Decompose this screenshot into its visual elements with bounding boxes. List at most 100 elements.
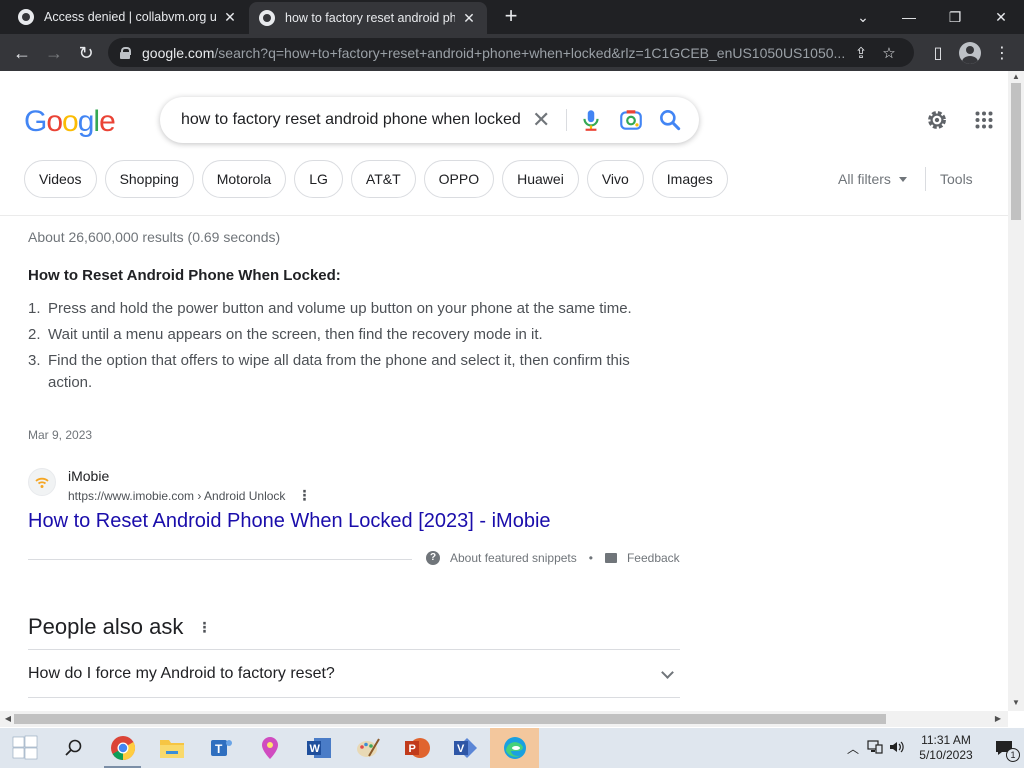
- chip-huawei[interactable]: Huawei: [502, 160, 579, 198]
- scroll-down-arrow-icon[interactable]: ▼: [1008, 697, 1024, 709]
- taskbar-paint[interactable]: [343, 728, 392, 768]
- globe-icon: [18, 9, 34, 25]
- svg-text:T: T: [215, 742, 223, 756]
- chip-lg[interactable]: LG: [294, 160, 343, 198]
- url-text[interactable]: google.com/search?q=how+to+factory+reset…: [142, 45, 847, 61]
- chip-oppo[interactable]: OPPO: [423, 160, 495, 198]
- camera-lens-icon[interactable]: [618, 107, 644, 133]
- result-source[interactable]: iMobie https://www.imobie.com › Android …: [28, 468, 311, 504]
- bookmark-star-icon[interactable]: ☆: [875, 44, 903, 62]
- feedback-link[interactable]: Feedback: [627, 551, 680, 565]
- list-item: 2. Wait until a menu appears on the scre…: [28, 324, 658, 346]
- reload-button[interactable]: ↻: [73, 40, 99, 66]
- filter-chips: Videos Shopping Motorola LG AT&T OPPO Hu…: [24, 160, 728, 198]
- taskbar-visio[interactable]: V: [441, 728, 490, 768]
- step-number: 1.: [28, 300, 41, 317]
- taskbar-chrome[interactable]: [98, 728, 147, 768]
- taskbar-teams[interactable]: T: [196, 728, 245, 768]
- tab-close-icon[interactable]: ✕: [461, 10, 477, 27]
- taskbar-edge[interactable]: [490, 728, 539, 768]
- mic-icon[interactable]: [578, 107, 604, 133]
- chip-att[interactable]: AT&T: [350, 160, 416, 198]
- forward-button[interactable]: →: [41, 40, 67, 66]
- step-text: Find the option that offers to wipe all …: [48, 352, 630, 391]
- menu-kebab-icon[interactable]: ⋮: [986, 40, 1018, 66]
- chevron-down-icon: [661, 665, 674, 679]
- scroll-right-arrow-icon[interactable]: ▶: [990, 713, 1006, 725]
- chrome-icon: [110, 736, 135, 760]
- profile-button[interactable]: [954, 40, 986, 66]
- clock[interactable]: 11:31 AM 5/10/2023: [908, 733, 984, 763]
- svg-text:V: V: [457, 743, 465, 755]
- chip-images[interactable]: Images: [651, 160, 728, 198]
- avatar-icon: [959, 42, 981, 64]
- close-window-button[interactable]: ✕: [978, 0, 1024, 34]
- taskbar-file-explorer[interactable]: [147, 728, 196, 768]
- new-tab-button[interactable]: +: [500, 5, 522, 27]
- chip-vivo[interactable]: Vivo: [586, 160, 644, 198]
- action-center-button[interactable]: 1: [984, 728, 1024, 768]
- more-options-icon[interactable]: ⋮: [197, 619, 211, 636]
- search-button[interactable]: [49, 728, 98, 768]
- show-hidden-icons-chevron-icon[interactable]: ︿: [842, 740, 864, 757]
- more-options-icon[interactable]: ⋮: [297, 487, 311, 504]
- google-logo[interactable]: Google: [24, 105, 116, 139]
- taskbar-powerpoint[interactable]: P: [392, 728, 441, 768]
- tab-google-search[interactable]: how to factory reset android pho ✕: [249, 2, 487, 34]
- google-apps-grid-icon[interactable]: [975, 111, 993, 129]
- search-box[interactable]: how to factory reset android phone when …: [160, 97, 699, 143]
- minimize-button[interactable]: —: [886, 0, 932, 34]
- maps-pin-icon: [261, 737, 278, 759]
- side-panel-icon[interactable]: ▯: [922, 40, 954, 66]
- browser-toolbar: ← → ↻ google.com/search?q=how+to+factory…: [0, 34, 1024, 71]
- horizontal-scroll-thumb[interactable]: [14, 714, 886, 724]
- paa-divider: [28, 649, 680, 650]
- paa-question[interactable]: How do I force my Android to factory res…: [28, 665, 680, 683]
- separator: •: [588, 551, 593, 565]
- clear-search-icon[interactable]: ✕: [532, 109, 550, 131]
- clock-date: 5/10/2023: [919, 748, 973, 762]
- chip-videos[interactable]: Videos: [24, 160, 97, 198]
- google-favicon-icon: [259, 10, 275, 26]
- about-featured-snippets-link[interactable]: About featured snippets: [450, 551, 577, 565]
- chip-motorola[interactable]: Motorola: [201, 160, 287, 198]
- tab-close-icon[interactable]: ✕: [222, 9, 238, 26]
- scroll-up-arrow-icon[interactable]: ▲: [1008, 71, 1024, 83]
- restore-button[interactable]: ❐: [932, 0, 978, 34]
- tab-title: Access denied | collabvm.org use: [44, 10, 216, 24]
- logo-letter: e: [99, 105, 116, 138]
- taskbar-maps[interactable]: [245, 728, 294, 768]
- word-icon: W: [306, 738, 331, 758]
- paa-divider: [28, 697, 680, 698]
- taskbar-word[interactable]: W: [294, 728, 343, 768]
- result-title-link[interactable]: How to Reset Android Phone When Locked […: [28, 510, 551, 533]
- search-icon: [64, 739, 81, 756]
- start-button[interactable]: [0, 728, 49, 768]
- share-icon[interactable]: ⇪: [847, 44, 875, 62]
- tab-title: how to factory reset android pho: [285, 11, 455, 25]
- search-icon[interactable]: [657, 107, 683, 133]
- all-filters-button[interactable]: All filters: [838, 171, 907, 187]
- vertical-scroll-thumb[interactable]: [1011, 83, 1021, 220]
- logo-letter: g: [77, 105, 95, 138]
- clock-time: 11:31 AM: [921, 733, 971, 747]
- vertical-scrollbar[interactable]: ▲ ▼: [1008, 71, 1024, 711]
- step-number: 3.: [28, 352, 41, 369]
- chip-shopping[interactable]: Shopping: [104, 160, 194, 198]
- windows-taskbar: T W P V ︿ 11:31 AM 5/10/2023 1: [0, 728, 1024, 768]
- volume-icon[interactable]: [886, 740, 908, 757]
- source-url: https://www.imobie.com › Android Unlock: [68, 488, 286, 503]
- teams-icon: T: [210, 740, 232, 756]
- network-icon[interactable]: [864, 739, 886, 757]
- horizontal-scrollbar[interactable]: ◀ ▶: [0, 711, 1008, 727]
- tab-access-denied[interactable]: Access denied | collabvm.org use ✕: [8, 0, 248, 34]
- tools-button[interactable]: Tools: [940, 171, 973, 187]
- step-number: 2.: [28, 326, 41, 343]
- back-button[interactable]: ←: [9, 40, 35, 66]
- tab-search-chevron-icon[interactable]: ⌄: [840, 0, 886, 34]
- address-bar[interactable]: google.com/search?q=how+to+factory+reset…: [108, 38, 914, 67]
- search-input[interactable]: how to factory reset android phone when …: [181, 111, 521, 129]
- search-results-page: Google how to factory reset android phon…: [0, 71, 1008, 711]
- all-filters-label: All filters: [838, 171, 891, 187]
- settings-gear-icon[interactable]: [924, 107, 950, 133]
